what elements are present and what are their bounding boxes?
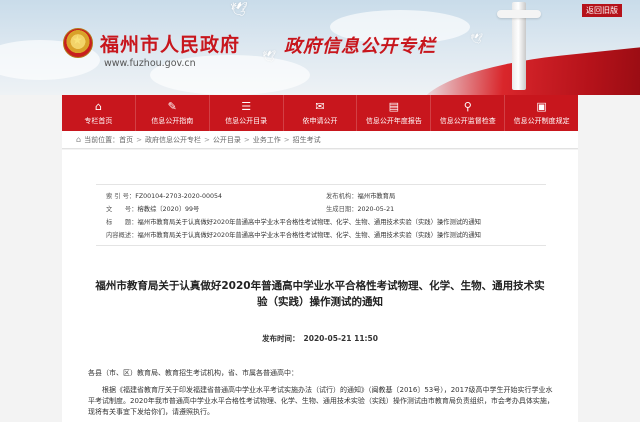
meta-date-row: 生成日期：2020-05-21: [326, 204, 394, 213]
breadcrumb: ⌂ 当前位置： 首页 > 政府信息公开专栏 > 公开目录 > 业务工作 > 招生…: [62, 131, 578, 149]
meta-date-value: 2020-05-21: [357, 206, 395, 213]
nav-item-rules[interactable]: ▣ 信息公开制度规定: [505, 95, 578, 131]
dove-icon: 🕊: [230, 2, 248, 18]
breadcrumb-link-business[interactable]: 业务工作: [253, 135, 281, 145]
document-body: 各县（市、区）教育局、教育招生考试机构，省、市属各普通高中： 根据《福建省教育厅…: [88, 368, 558, 422]
meta-docno-key: 文 号：: [106, 206, 138, 213]
nav-label: 信息公开制度规定: [513, 116, 570, 125]
rules-icon: ▣: [536, 99, 547, 113]
back-to-old-version-link[interactable]: 返回旧版: [582, 4, 622, 17]
publish-time-label: 发布时间：: [262, 334, 300, 343]
nav-item-guide[interactable]: ✎ 信息公开指南: [136, 95, 210, 131]
meta-title-key: 标 题：: [106, 219, 138, 226]
site-header: 🕊 🕊 🕊 ★ 福州市人民政府 www.fuzhou.gov.cn 政府信息公开…: [0, 0, 640, 95]
nav-label: 专栏首页: [84, 116, 113, 125]
breadcrumb-link-catalog[interactable]: 公开目录: [213, 135, 241, 145]
meta-summary-value: 福州市教育局关于认真做好2020年普通高中学业水平合格性考试物理、化学、生物、通…: [137, 232, 481, 239]
salutation-paragraph: 各县（市、区）教育局、教育招生考试机构，省、市属各普通高中：: [88, 369, 298, 377]
nav-label: 信息公开目录: [225, 116, 268, 125]
breadcrumb-prefix: 当前位置：: [84, 135, 120, 144]
meta-publisher-key: 发布机构：: [326, 193, 358, 200]
breadcrumb-separator: >: [283, 135, 290, 144]
meta-publisher-row: 发布机构：福州市教育局: [326, 191, 395, 200]
location-home-icon: ⌂: [76, 135, 82, 144]
meta-index-row: 索 引 号：FZ00104-2703-2020-00054: [106, 191, 222, 200]
meta-title-row: 标 题：福州市教育局关于认真做好2020年普通高中学业水平合格性考试物理、化学、…: [106, 217, 481, 226]
nav-item-supervision[interactable]: ⚲ 信息公开监督检查: [431, 95, 506, 131]
publish-time: 发布时间： 2020-05-21 11:50: [62, 333, 578, 344]
nav-item-apply[interactable]: ✉ 依申请公开: [284, 95, 358, 131]
nav-label: 依申请公开: [302, 116, 338, 125]
catalog-icon: ☰: [241, 99, 252, 113]
nav-label: 信息公开年度报告: [365, 116, 422, 125]
nav-item-catalog[interactable]: ☰ 信息公开目录: [210, 95, 284, 131]
publish-time-value: 2020-05-21 11:50: [303, 334, 378, 343]
apply-icon: ✉: [315, 99, 325, 113]
breadcrumb-link-enrollment[interactable]: 招生考试: [293, 135, 321, 145]
dove-icon: 🕊: [470, 34, 483, 45]
body-paragraph: 根据《福建省教育厅关于印发福建省普通高中学业水平考试实施办法（试行）的通知》（闽…: [88, 386, 554, 416]
nav-label: 信息公开指南: [151, 116, 194, 125]
meta-docno-value: 榕教综〔2020〕99号: [137, 206, 200, 213]
nav-item-home[interactable]: ⌂ 专栏首页: [62, 95, 136, 131]
meta-index-value: FZ00104-2703-2020-00054: [135, 193, 223, 200]
meta-title-value: 福州市教育局关于认真做好2020年普通高中学业水平合格性考试物理、化学、生物、通…: [137, 219, 481, 226]
report-icon: ▤: [388, 99, 400, 113]
document-title: 福州市教育局关于认真做好2020年普通高中学业水平合格性考试物理、化学、生物、通…: [95, 280, 545, 308]
meta-date-key: 生成日期：: [326, 206, 358, 213]
meta-summary-row: 内容概述：福州市教育局关于认真做好2020年普通高中学业水平合格性考试物理、化学…: [106, 230, 481, 239]
supervise-icon: ⚲: [463, 99, 472, 113]
red-ribbon-decoration: [417, 45, 640, 95]
home-icon: ⌂: [94, 99, 102, 113]
meta-publisher-value: 福州市教育局: [357, 193, 396, 200]
column-title: 政府信息公开专栏: [284, 36, 436, 57]
nav-item-annual-report[interactable]: ▤ 信息公开年度报告: [357, 95, 432, 131]
breadcrumb-separator: >: [203, 135, 210, 144]
huabiao-pillar-top: [497, 10, 541, 18]
meta-docno-row: 文 号：榕教综〔2020〕99号: [106, 204, 199, 213]
main-nav: ⌂ 专栏首页 ✎ 信息公开指南 ☰ 信息公开目录 ✉ 依申请公开 ▤ 信息公开年…: [62, 95, 578, 131]
guide-icon: ✎: [167, 99, 177, 113]
nav-label: 信息公开监督检查: [439, 116, 496, 125]
breadcrumb-link-column[interactable]: 政府信息公开专栏: [145, 135, 201, 145]
national-emblem-icon: ★: [63, 28, 93, 58]
breadcrumb-separator: >: [243, 135, 250, 144]
article-content: 索 引 号：FZ00104-2703-2020-00054 发布机构：福州市教育…: [62, 150, 578, 422]
dove-icon: 🕊: [262, 50, 276, 63]
metadata-table: 索 引 号：FZ00104-2703-2020-00054 发布机构：福州市教育…: [96, 184, 546, 246]
breadcrumb-link-home[interactable]: 首页: [119, 135, 133, 145]
breadcrumb-separator: >: [136, 135, 142, 144]
meta-summary-key: 内容概述：: [106, 232, 138, 239]
meta-index-key: 索 引 号：: [106, 193, 136, 200]
site-title[interactable]: 福州市人民政府: [100, 30, 240, 57]
site-url: www.fuzhou.gov.cn: [104, 58, 196, 69]
